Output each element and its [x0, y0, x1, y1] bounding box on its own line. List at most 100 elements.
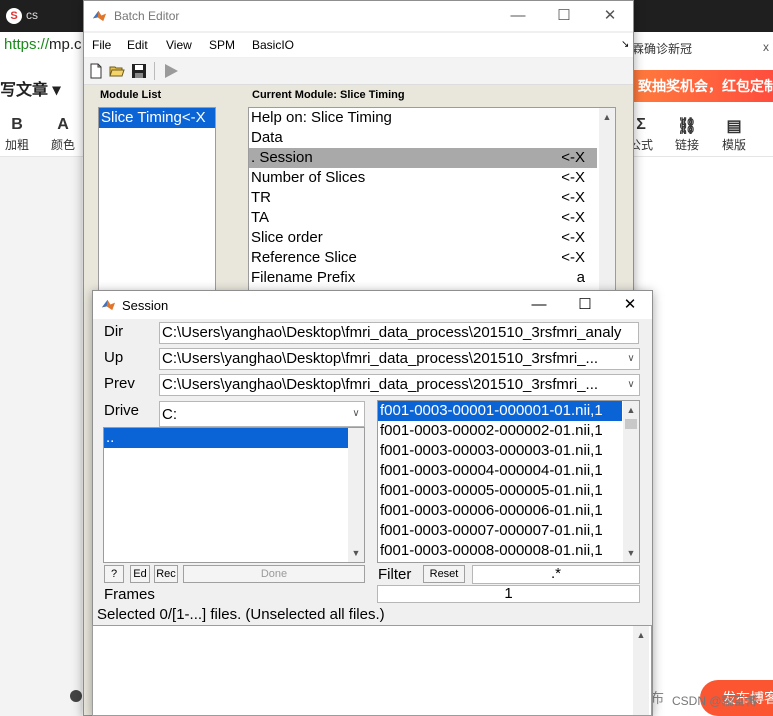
scroll-down-icon[interactable]: ▼: [348, 546, 364, 560]
chevron-down-icon[interactable]: ∨: [623, 349, 639, 369]
maximize-button[interactable]: ☐: [541, 1, 587, 31]
scroll-up-icon[interactable]: ▲: [599, 110, 615, 124]
chevron-down-icon[interactable]: ∨: [348, 402, 364, 426]
reset-button[interactable]: Reset: [423, 565, 465, 583]
module-list-item[interactable]: Slice Timing<-X: [99, 108, 215, 128]
chevron-down-icon[interactable]: ∨: [623, 375, 639, 395]
minimize-button[interactable]: —: [495, 1, 541, 31]
module-row-filename-prefix[interactable]: Filename Prefix a: [249, 268, 597, 288]
batch-editor-toolbar: [84, 58, 633, 85]
menu-overflow-icon[interactable]: ↘: [621, 39, 629, 50]
address-bar[interactable]: https://mp.c: [0, 36, 82, 58]
directory-scrollbar[interactable]: ▼: [348, 428, 364, 562]
file-list-scrollbar[interactable]: ▲ ▼: [623, 401, 639, 562]
write-article-menu[interactable]: 写文章 ▾: [0, 76, 60, 100]
menu-edit[interactable]: Edit: [127, 38, 148, 52]
up-dropdown[interactable]: C:\Users\yanghao\Desktop\fmri_data_proce…: [159, 348, 640, 370]
dir-field[interactable]: C:\Users\yanghao\Desktop\fmri_data_proce…: [159, 322, 639, 344]
save-icon[interactable]: [131, 63, 147, 79]
trending-topic-link[interactable]: 霖确诊新冠: [632, 40, 692, 57]
file-item[interactable]: f001-0003-00006-000006-01.nii,1: [378, 501, 639, 521]
scroll-up-icon[interactable]: ▲: [623, 403, 639, 417]
file-item[interactable]: f001-0003-00004-000004-01.nii,1: [378, 461, 639, 481]
module-row-reference-slice[interactable]: Reference Slice <-X: [249, 248, 597, 268]
filter-field[interactable]: .*: [472, 565, 640, 584]
help-button[interactable]: ?: [104, 565, 124, 583]
text-color-icon: A: [57, 116, 69, 133]
current-module-scrollbar[interactable]: ▲: [599, 108, 615, 306]
link-tool[interactable]: ⛓ 链接: [672, 116, 702, 153]
csdn-tab-icon[interactable]: S: [6, 8, 22, 24]
directory-list[interactable]: .. ▼: [103, 427, 365, 563]
prev-dropdown[interactable]: C:\Users\yanghao\Desktop\fmri_data_proce…: [159, 374, 640, 396]
module-row-help[interactable]: Help on: Slice Timing: [249, 108, 615, 128]
scrollbar-thumb[interactable]: [625, 419, 637, 429]
bold-tool[interactable]: B 加粗: [2, 116, 32, 153]
session-titlebar[interactable]: Session — ☐ ✕: [93, 291, 652, 319]
menu-file[interactable]: File: [92, 38, 111, 52]
selection-status: Selected 0/[1-...] files. (Unselected al…: [97, 606, 385, 623]
run-icon[interactable]: [163, 63, 179, 79]
row-value: <-X: [561, 149, 585, 166]
close-icon[interactable]: x: [763, 40, 769, 54]
drive-dropdown[interactable]: C: ∨: [159, 401, 365, 427]
dir-label: Dir: [104, 323, 124, 340]
current-module-list[interactable]: Help on: Slice Timing Data . Session <-X …: [248, 107, 616, 307]
bold-icon: B: [11, 116, 23, 133]
row-label: . Session: [251, 149, 313, 166]
session-maximize-button[interactable]: ☐: [562, 291, 608, 319]
open-folder-icon[interactable]: [109, 63, 125, 79]
template-tool[interactable]: ▤ 模版: [719, 116, 749, 153]
file-item[interactable]: f001-0003-00003-000003-01.nii,1: [378, 441, 639, 461]
menu-spm[interactable]: SPM: [209, 38, 235, 52]
ed-button[interactable]: Ed: [130, 565, 150, 583]
matlab-logo-icon: [101, 299, 116, 311]
module-list[interactable]: Slice Timing<-X: [98, 107, 216, 307]
frames-field[interactable]: 1: [377, 585, 640, 603]
row-value: a: [576, 269, 585, 286]
frames-label: Frames: [104, 586, 155, 603]
module-row-ta[interactable]: TA <-X: [249, 208, 597, 228]
module-row-slice-order[interactable]: Slice order <-X: [249, 228, 597, 248]
module-row-data[interactable]: Data: [249, 128, 615, 148]
done-button[interactable]: Done: [183, 565, 365, 583]
selected-files-list[interactable]: ▲: [92, 625, 652, 716]
selected-files-scrollbar[interactable]: ▲: [633, 626, 649, 715]
new-file-icon[interactable]: [88, 63, 104, 79]
scroll-up-icon[interactable]: ▲: [633, 628, 649, 642]
module-row-tr[interactable]: TR <-X: [249, 188, 597, 208]
filter-label: Filter: [378, 566, 412, 583]
directory-item[interactable]: ..: [104, 428, 350, 448]
batch-editor-titlebar[interactable]: Batch Editor — ☐ ✕: [84, 1, 633, 31]
file-item[interactable]: f001-0003-00007-000007-01.nii,1: [378, 521, 639, 541]
menu-view[interactable]: View: [166, 38, 192, 52]
prev-label: Prev: [104, 375, 135, 392]
browser-tab-label[interactable]: cs: [26, 8, 38, 22]
row-label: TR: [251, 189, 271, 206]
batch-editor-title: Batch Editor: [114, 9, 180, 23]
session-close-button[interactable]: ✕: [607, 291, 653, 319]
row-label: Data: [251, 129, 283, 146]
file-list[interactable]: f001-0003-00001-000001-01.nii,1 f001-000…: [377, 400, 640, 563]
matlab-logo-icon: [92, 10, 107, 22]
drive-label: Drive: [104, 402, 140, 419]
file-item[interactable]: f001-0003-00001-000001-01.nii,1: [378, 401, 622, 421]
url-scheme: https://: [4, 36, 50, 53]
scroll-down-icon[interactable]: ▼: [623, 546, 639, 560]
rec-button[interactable]: Rec: [154, 565, 178, 583]
row-label: Help on: Slice Timing: [251, 109, 392, 126]
file-item[interactable]: f001-0003-00005-000005-01.nii,1: [378, 481, 639, 501]
row-label: TA: [251, 209, 270, 226]
module-list-title: Module List: [100, 89, 162, 101]
menu-basicio[interactable]: BasicIO: [252, 38, 294, 52]
color-tool[interactable]: A 颜色: [48, 116, 78, 153]
file-item[interactable]: f001-0003-00002-000002-01.nii,1: [378, 421, 639, 441]
row-value: <-X: [561, 169, 585, 186]
row-value: <-X: [561, 229, 585, 246]
module-row-number-of-slices[interactable]: Number of Slices <-X: [249, 168, 597, 188]
close-button[interactable]: ✕: [587, 1, 633, 31]
file-item[interactable]: f001-0003-00008-000008-01.nii,1: [378, 541, 639, 561]
session-minimize-button[interactable]: —: [516, 291, 562, 319]
promo-banner[interactable]: 致抽奖机会，红包定制: [634, 70, 773, 102]
module-row-session[interactable]: . Session <-X: [249, 148, 597, 168]
